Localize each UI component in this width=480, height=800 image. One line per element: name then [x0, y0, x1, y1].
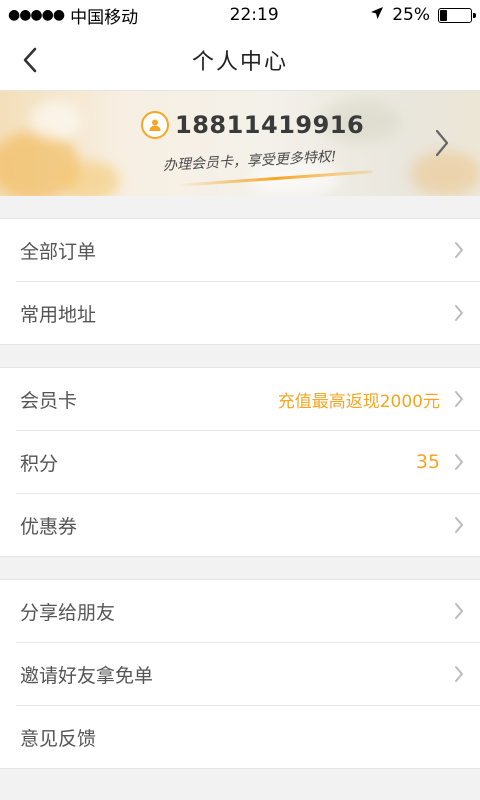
chevron-right-icon — [452, 664, 466, 684]
menu-item-feedback[interactable]: 意见反馈 — [16, 705, 480, 768]
chevron-right-icon — [452, 452, 466, 472]
menu-group-membership: 会员卡 充值最高返现2000元 积分 35 优惠券 — [0, 367, 480, 557]
menu-item-addresses[interactable]: 常用地址 — [16, 281, 480, 344]
signal-strength-icon: ●●●●● — [8, 7, 65, 23]
menu-item-points[interactable]: 积分 35 — [16, 430, 480, 493]
chevron-right-icon — [452, 515, 466, 535]
status-bar: ●●●●● 中国移动 22:19 25% — [0, 0, 480, 30]
carrier-label: 中国移动 — [70, 7, 139, 28]
location-arrow-icon — [370, 5, 384, 25]
page-title: 个人中心 — [191, 50, 288, 75]
points-value: 35 — [415, 451, 440, 473]
nav-bar: 个人中心 — [0, 30, 480, 91]
chevron-right-icon — [452, 389, 466, 409]
menu-item-label: 会员卡 — [20, 389, 78, 412]
status-time: 22:19 — [229, 5, 279, 25]
menu-item-share[interactable]: 分享给朋友 — [16, 580, 480, 642]
status-right: 25% — [370, 5, 476, 25]
menu-item-member-card[interactable]: 会员卡 充值最高返现2000元 — [16, 368, 480, 430]
status-left: ●●●●● 中国移动 — [8, 3, 138, 28]
chevron-right-icon — [452, 240, 466, 260]
battery-level — [439, 9, 448, 21]
menu-item-invite[interactable]: 邀请好友拿免单 — [16, 642, 480, 705]
banner-decoration — [30, 101, 80, 141]
menu-group-social: 分享给朋友 邀请好友拿免单 意见反馈 — [0, 579, 480, 769]
menu-item-label: 分享给朋友 — [20, 601, 116, 624]
member-banner[interactable]: 18811419916 办理会员卡，享受更多特权! — [0, 91, 480, 196]
menu-group-orders: 全部订单 常用地址 — [0, 218, 480, 345]
banner-user: 18811419916 — [141, 111, 364, 139]
chevron-right-icon — [452, 303, 466, 323]
menu-item-coupons[interactable]: 优惠券 — [16, 493, 480, 556]
back-button[interactable] — [12, 42, 48, 78]
user-icon — [141, 111, 169, 139]
member-card-promo: 充值最高返现2000元 — [277, 391, 440, 412]
menu-item-label: 优惠券 — [20, 515, 78, 538]
chevron-right-icon — [435, 129, 449, 157]
menu-item-label: 积分 — [20, 452, 59, 475]
menu-item-label: 邀请好友拿免单 — [20, 664, 154, 687]
menu-item-all-orders[interactable]: 全部订单 — [16, 219, 480, 281]
menu-item-label: 全部订单 — [20, 240, 97, 263]
user-phone: 18811419916 — [175, 111, 365, 139]
menu-item-label: 常用地址 — [20, 303, 97, 326]
menu-item-label: 意见反馈 — [20, 727, 97, 750]
banner-decoration — [60, 161, 120, 196]
battery-icon — [437, 7, 476, 23]
chevron-right-icon — [452, 601, 466, 621]
chevron-left-icon — [23, 47, 37, 73]
battery-percent: 25% — [392, 5, 430, 25]
banner-arrow[interactable] — [430, 125, 454, 161]
